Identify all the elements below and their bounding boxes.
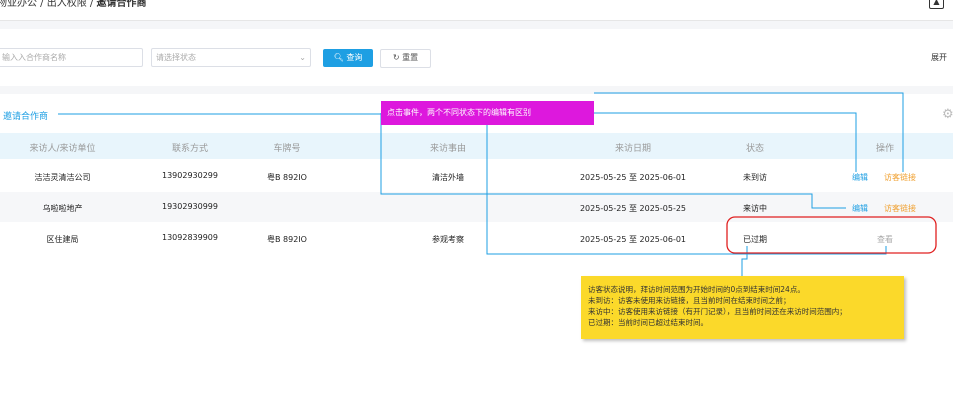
table-row: 乌啦啦地产 19302930999 2025-05-25 至 2025-05-2…	[0, 192, 953, 222]
cell-phone: 19302930999	[162, 202, 218, 211]
expand-link[interactable]: 展开	[931, 52, 947, 63]
header-reason: 来访事由	[429, 144, 466, 154]
section-gap	[0, 21, 953, 29]
cell-unit: 洁洁灵清洁公司	[34, 173, 91, 182]
edit-link[interactable]: 编辑	[852, 172, 868, 183]
cell-reason: 参观考察	[432, 235, 464, 244]
cell-phone: 13902930299	[162, 171, 218, 180]
view-link[interactable]: 查看	[877, 234, 893, 245]
cell-unit: 乌啦啦地产	[42, 204, 83, 213]
breadcrumb-path[interactable]: 物业办公 / 出入权限 /	[0, 0, 96, 9]
status-note-line: 已过期：当前时间已超过结束时间。	[588, 318, 708, 327]
gear-icon[interactable]: ⚙	[942, 107, 953, 122]
status-note-line: 来访中：访客使用来访链接（有开门记录），且当前时间还在来访时间范围内；	[588, 307, 847, 316]
cell-status: 未到访	[743, 173, 767, 182]
cell-date: 2025-05-25 至 2025-06-01	[579, 235, 687, 244]
partner-name-input[interactable]: 输入入合作商名称	[0, 48, 143, 67]
cell-status: 已过期	[743, 235, 767, 244]
status-annotation-note: 访客状态说明，拜访时间范围为开始时间的0点到结束时间24点。 未到访：访客未使用…	[581, 276, 904, 339]
status-note-line: 未到访：访客未使用来访链接，且当前时间在结束时间之前；	[588, 296, 791, 305]
cell-date: 2025-05-25 至 2025-06-01	[579, 173, 687, 182]
header-plate: 车牌号	[273, 144, 301, 154]
section-gap	[0, 86, 953, 94]
status-select-placeholder: 请选择状态	[156, 53, 196, 62]
cell-unit: 区住建局	[46, 235, 79, 244]
edit-annotation-note: 点击事件，两个不同状态下的编辑有区别	[381, 101, 594, 125]
refresh-icon: ↻	[392, 53, 400, 62]
collapse-toggle-icon[interactable]: ▲	[929, 0, 944, 9]
edit-link[interactable]: 编辑	[852, 203, 868, 214]
cell-status: 来访中	[743, 204, 767, 213]
partner-name-placeholder: 输入入合作商名称	[2, 53, 66, 62]
cell-plate: 粤B 892IO	[267, 235, 307, 244]
status-note-line: 访客状态说明，拜访时间范围为开始时间的0点到结束时间24点。	[588, 285, 805, 294]
breadcrumb: 物业办公 / 出入权限 / 邀请合作商	[0, 0, 146, 9]
header-date: 来访日期	[614, 144, 651, 154]
panel-title: 邀请合作商	[3, 112, 49, 122]
cell-date: 2025-05-25 至 2025-05-25	[579, 204, 687, 213]
header-phone: 联系方式	[171, 144, 208, 154]
header-actions: 操作	[875, 144, 894, 154]
visitor-link[interactable]: 访客链接	[884, 172, 916, 183]
cell-plate: 粤B 892IO	[267, 173, 307, 182]
header-status: 状态	[745, 144, 764, 154]
table-row: 区住建局 13092839909 粤B 892IO 参观考察 2025-05-2…	[0, 222, 953, 252]
query-button[interactable]: 🔍︎ 查询	[323, 49, 373, 67]
reset-button[interactable]: ↻ 重置	[380, 49, 431, 68]
reset-button-label: 重置	[402, 53, 419, 62]
header-unit: 来访人/来访单位	[29, 144, 96, 154]
status-select[interactable]: 请选择状态 ⌄	[151, 48, 311, 67]
search-icon: 🔍︎	[333, 53, 344, 62]
chevron-down-icon: ⌄	[299, 53, 306, 62]
cell-reason: 清洁外墙	[432, 173, 464, 182]
table-row: 洁洁灵清洁公司 13902930299 粤B 892IO 清洁外墙 2025-0…	[0, 162, 953, 192]
query-button-label: 查询	[346, 53, 363, 62]
cell-phone: 13092839909	[162, 233, 218, 242]
breadcrumb-current: 邀请合作商	[96, 0, 147, 9]
visitor-link[interactable]: 访客链接	[884, 203, 916, 214]
